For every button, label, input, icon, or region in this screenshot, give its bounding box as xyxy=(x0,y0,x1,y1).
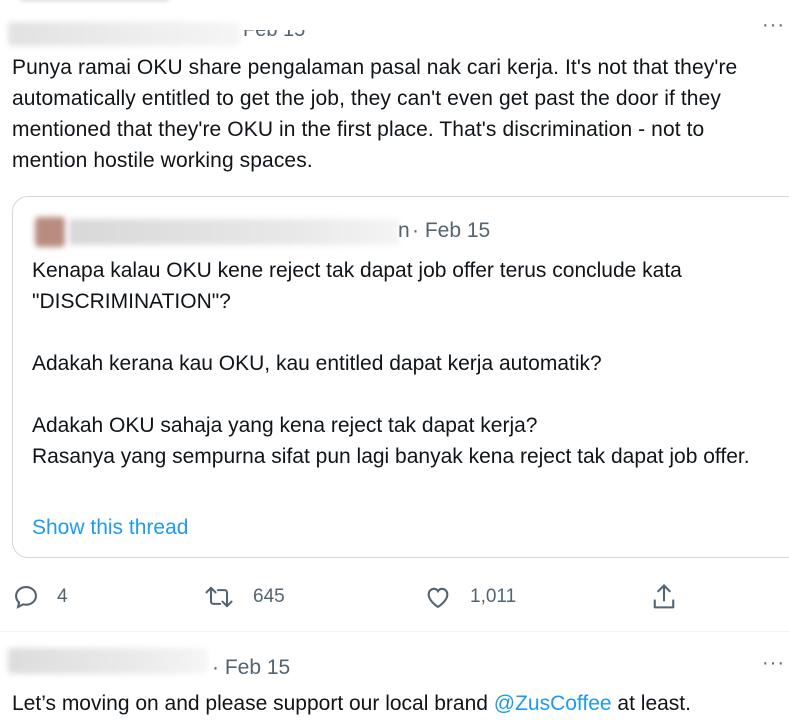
show-thread-link[interactable]: Show this thread xyxy=(32,512,188,543)
tweet-divider xyxy=(0,631,789,632)
retweet-header xyxy=(0,0,200,6)
author-name-redacted[interactable] xyxy=(8,22,240,46)
tweet-text: Punya ramai OKU share pengalaman pasal n… xyxy=(12,56,738,172)
more-dots-icon[interactable]: ··· xyxy=(762,14,785,37)
mention-link[interactable]: @ZusCoffee xyxy=(494,692,612,715)
quoted-tweet-timestamp: · Feb 15 xyxy=(412,219,491,242)
share-button[interactable] xyxy=(650,581,678,613)
quoted-paragraph: Adakah OKU sahaja yang kena reject tak d… xyxy=(32,414,750,468)
tweet-timestamp[interactable]: Feb 15 xyxy=(243,30,305,42)
quoted-paragraph: Kenapa kalau OKU kene reject tak dapat j… xyxy=(32,259,682,313)
retweet-button[interactable]: 645 xyxy=(203,581,285,613)
quoted-tweet-card[interactable]: n · Feb 15 Kenapa kalau OKU kene reject … xyxy=(12,196,789,558)
quoted-author-name-suffix: n xyxy=(398,219,410,242)
share-icon xyxy=(650,582,678,612)
bottom-tweet-text: Let’s moving on and please support our l… xyxy=(12,688,789,719)
bottom-author-name-redacted[interactable] xyxy=(8,648,208,674)
retweet-count: 645 xyxy=(253,586,285,607)
bottom-tweet-text-start: Let’s moving on and please support our l… xyxy=(12,692,494,715)
reply-count: 4 xyxy=(57,586,68,607)
quoted-tweet-text: Kenapa kalau OKU kene reject tak dapat j… xyxy=(32,255,789,472)
like-button[interactable]: 1,011 xyxy=(423,581,516,613)
retweet-icon xyxy=(203,583,235,611)
reply-icon xyxy=(12,583,40,611)
reply-button[interactable]: 4 xyxy=(12,581,68,613)
quoted-author-name-redacted xyxy=(69,219,399,245)
quoted-paragraph: Adakah kerana kau OKU, kau entitled dapa… xyxy=(32,352,602,375)
like-count: 1,011 xyxy=(470,586,517,607)
bottom-tweet-text-end: at least. xyxy=(611,692,691,715)
heart-icon xyxy=(423,583,453,611)
bottom-tweet-timestamp[interactable]: · Feb 15 xyxy=(212,655,290,681)
more-dots-icon[interactable]: ··· xyxy=(762,652,785,675)
quoted-avatar-redacted xyxy=(35,217,65,247)
